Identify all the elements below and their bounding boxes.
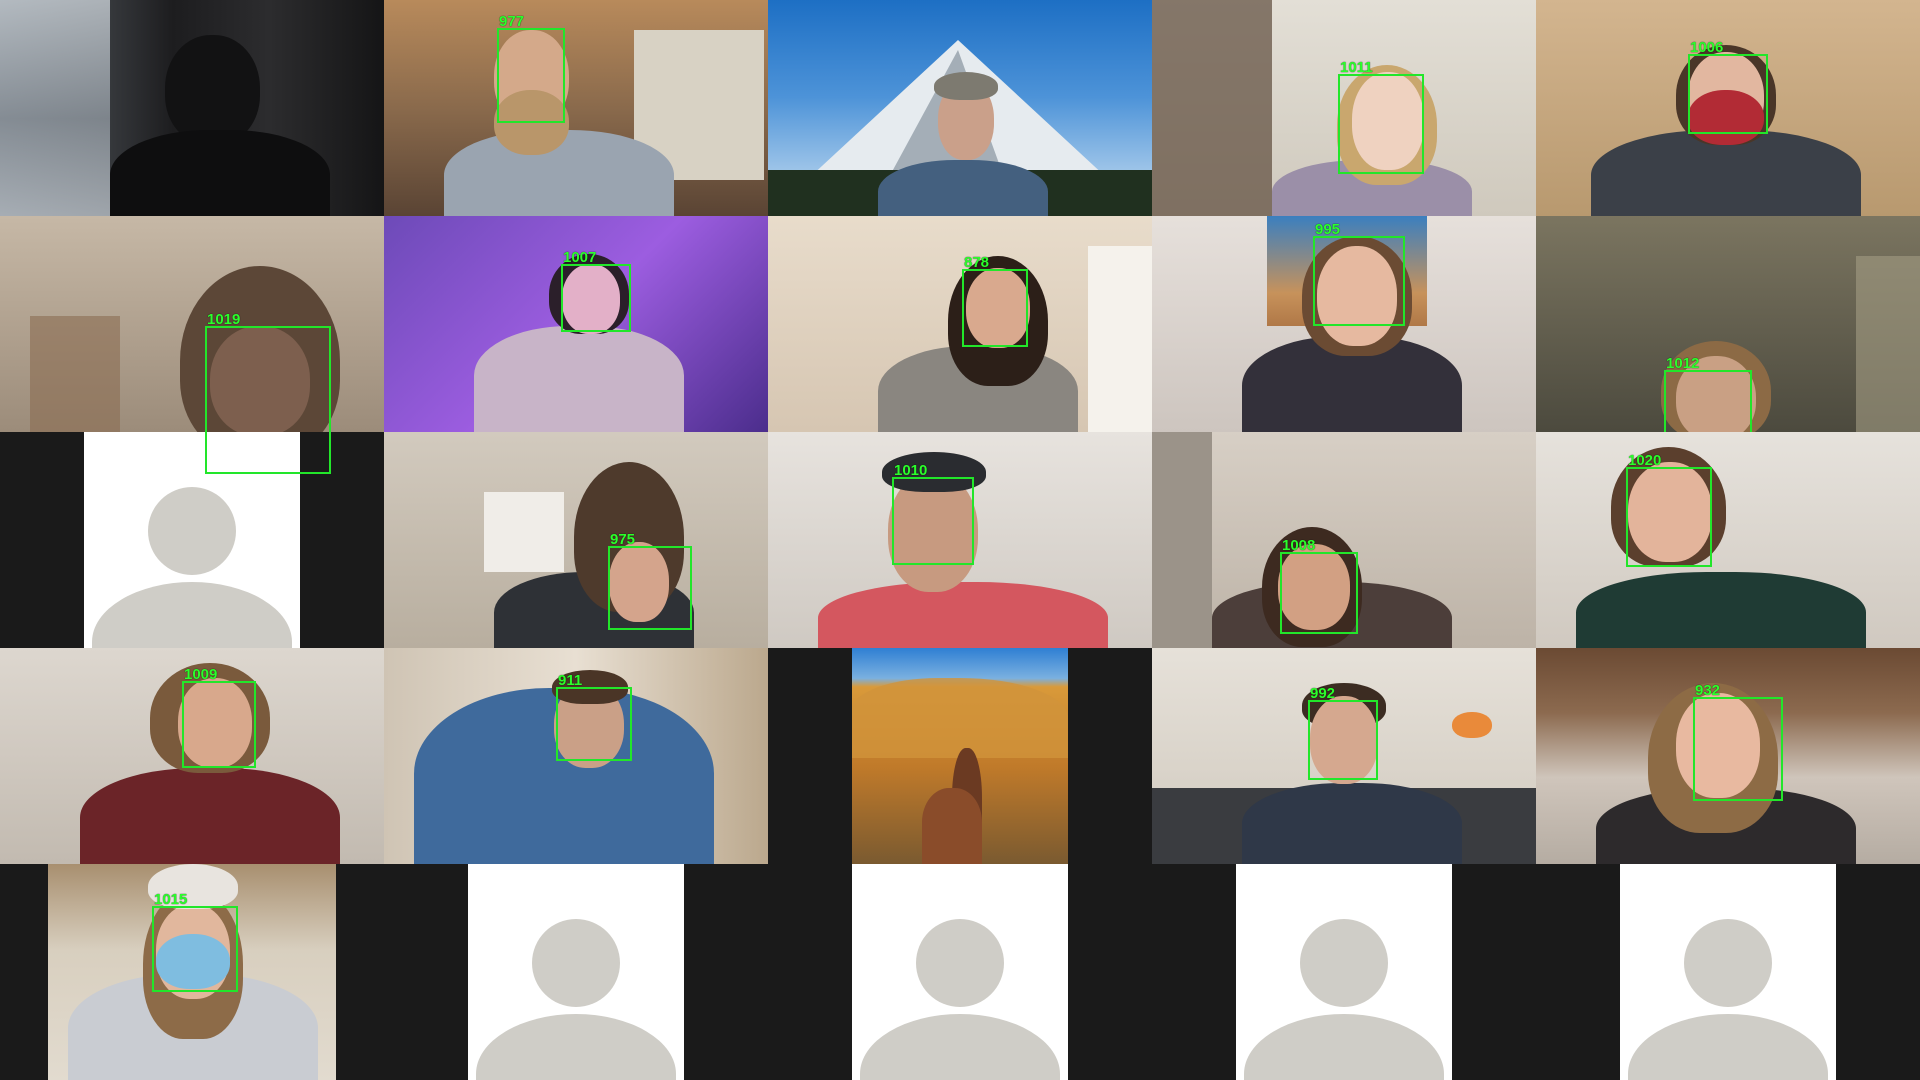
face-detection-box: 1010: [892, 462, 974, 565]
participant-avatar-placeholder: [852, 864, 1068, 1080]
face-id-label: 995: [1315, 221, 1341, 238]
face-id-label: 1019: [207, 311, 241, 328]
face-id-label: 1010: [894, 462, 928, 479]
avatar-tile-r5c4[interactable]: [1152, 864, 1536, 1080]
bed-frame: [30, 316, 120, 432]
face-id-label: 1007: [563, 249, 597, 266]
avatar-tile-r5c3[interactable]: [768, 864, 1152, 1080]
video-tile-r4c1[interactable]: 1009: [0, 648, 384, 864]
face-id-label: 878: [964, 254, 990, 271]
video-tile-r2c4[interactable]: 995: [1152, 216, 1536, 432]
video-tile-r2c3[interactable]: 878: [768, 216, 1152, 432]
face-detection-box: 1009: [182, 666, 256, 768]
horse-figure: [922, 788, 982, 864]
face-id-label: 1009: [184, 666, 218, 683]
face-id-label: 992: [1310, 685, 1336, 702]
participant-avatar-placeholder: [468, 864, 684, 1080]
face-detection-box: 975: [608, 531, 692, 630]
face-detection-box: 995: [1313, 221, 1405, 326]
avatar-head-icon: [1684, 919, 1772, 1007]
face-id-label: 977: [499, 13, 525, 30]
face-detection-box: 1015: [152, 891, 238, 992]
face-detection-box: 932: [1693, 682, 1783, 801]
face-detection-box: 1008: [1280, 537, 1358, 634]
window-glare: [0, 0, 110, 216]
face-id-label: 1020: [1628, 452, 1662, 469]
person-silhouette: [165, 35, 260, 145]
face-id-label: 1015: [154, 891, 188, 908]
rock-formation: [852, 678, 1068, 758]
avatar-head-icon: [916, 919, 1004, 1007]
face-detection-box: 1007: [561, 249, 631, 332]
video-tile-r3c4[interactable]: 1008: [1152, 432, 1536, 648]
avatar-tile-r5c5[interactable]: [1536, 864, 1920, 1080]
face-detection-box: 1019: [205, 311, 331, 474]
face-id-label: 1008: [1282, 537, 1316, 554]
video-tile-r1c4[interactable]: 1011: [1152, 0, 1536, 216]
video-tile-r4c2[interactable]: 911: [384, 648, 768, 864]
participant-avatar-placeholder: [1236, 864, 1452, 1080]
face-detection-box: 992: [1308, 685, 1378, 780]
video-tile-r1c3[interactable]: [768, 0, 1152, 216]
video-tile-r1c2[interactable]: 977: [384, 0, 768, 216]
face-id-label: 1012: [1666, 355, 1700, 372]
avatar-body-icon: [1244, 1014, 1444, 1080]
video-tile-r3c3[interactable]: 1010: [768, 432, 1152, 648]
person-body: [80, 768, 340, 864]
person-body: [1576, 572, 1866, 648]
face-detection-box: 1020: [1626, 452, 1712, 567]
person-cap: [934, 72, 998, 100]
avatar-head-icon: [1300, 919, 1388, 1007]
video-tile-r3c5[interactable]: 1020: [1536, 432, 1920, 648]
doorway: [1152, 432, 1212, 648]
face-id-label: 1011: [1340, 59, 1373, 76]
person-body: [818, 582, 1108, 648]
video-tile-r5c1[interactable]: 1015: [0, 864, 384, 1080]
face-id-label: 975: [610, 531, 636, 548]
shelf: [1152, 0, 1272, 216]
face-detection-box: 977: [497, 13, 565, 123]
person-body: [474, 326, 684, 432]
person-body: [878, 160, 1048, 216]
face-id-label: 911: [558, 672, 583, 689]
window: [484, 492, 564, 572]
video-tile-r1c5[interactable]: 1006: [1536, 0, 1920, 216]
face-detection-box: 911: [556, 672, 632, 761]
face-detection-box: 1012: [1664, 355, 1752, 432]
video-tile-r4c5[interactable]: 932: [1536, 648, 1920, 864]
face-id-label: 932: [1695, 682, 1721, 699]
video-tile-r4c4[interactable]: 992: [1152, 648, 1536, 864]
video-tile-r3c2[interactable]: 975: [384, 432, 768, 648]
door-frame: [1856, 256, 1920, 432]
face-id-label: 1006: [1690, 39, 1724, 56]
avatar-body-icon: [860, 1014, 1060, 1080]
avatar-body-icon: [1628, 1014, 1828, 1080]
held-object: [1452, 712, 1492, 738]
window: [1088, 246, 1152, 432]
avatar-tile-r5c2[interactable]: [384, 864, 768, 1080]
avatar-head-icon: [532, 919, 620, 1007]
participant-avatar-placeholder: [1620, 864, 1836, 1080]
face-detection-box: 1006: [1688, 39, 1768, 134]
avatar-body-icon: [92, 582, 292, 648]
video-tile-r2c2[interactable]: 1007: [384, 216, 768, 432]
person-body: [110, 130, 330, 216]
person-body: [1242, 783, 1462, 864]
video-tile-r4c3[interactable]: [768, 648, 1152, 864]
avatar-body-icon: [476, 1014, 676, 1080]
face-detection-box: 1011: [1338, 59, 1424, 174]
video-feed-photo: [852, 648, 1068, 864]
face-detection-box: 878: [962, 254, 1028, 347]
avatar-head-icon: [148, 487, 236, 575]
video-tile-r2c5[interactable]: 1012: [1536, 216, 1920, 432]
video-tile-r1c1[interactable]: [0, 0, 384, 216]
